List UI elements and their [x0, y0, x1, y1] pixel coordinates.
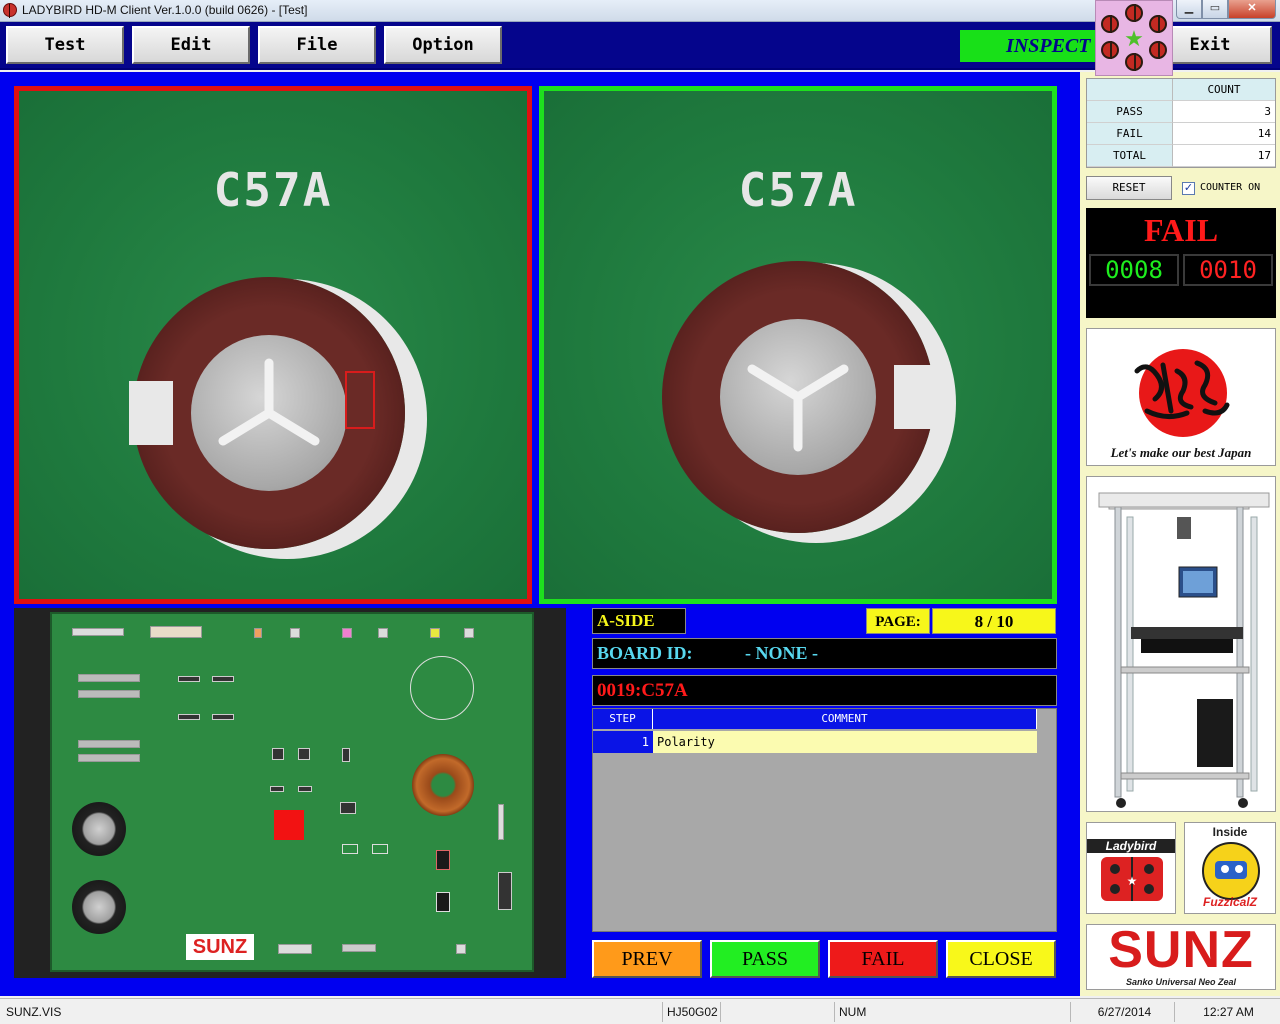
pass-count-value: 3	[1173, 101, 1275, 123]
status-num-lock: NUM	[834, 1002, 1070, 1022]
ladybug-icon	[1101, 15, 1119, 33]
step-comment-cell: Polarity	[653, 731, 1037, 753]
close-button[interactable]: CLOSE	[946, 940, 1056, 978]
step-table-header: STEP COMMENT	[593, 709, 1039, 729]
result-status: FAIL	[1143, 212, 1219, 248]
live-camera-view[interactable]: C57A	[539, 86, 1057, 604]
column-header-comment[interactable]: COMMENT	[653, 709, 1037, 729]
inspect-mode-banner: INSPECT	[960, 30, 1100, 62]
minimize-button[interactable]: ▁	[1176, 0, 1202, 19]
pass-count-label: PASS	[1087, 101, 1173, 123]
electrolytic-capacitor	[72, 802, 126, 856]
counter-table: COUNT PASS 3 FAIL 14 TOTAL 17	[1086, 78, 1276, 168]
page-indicator: 8 / 10	[932, 608, 1056, 634]
status-time: 12:27 AM	[1174, 1002, 1278, 1022]
component-silkscreen-label: C57A	[213, 163, 333, 217]
left-counter-display: 0008	[1089, 254, 1179, 286]
status-model: HJ50G02	[662, 1002, 720, 1022]
count-header: COUNT	[1173, 79, 1275, 101]
fail-button[interactable]: FAIL	[828, 940, 938, 978]
ladybug-icon	[1125, 4, 1143, 22]
counter-on-checkbox[interactable]: ✓	[1182, 182, 1195, 195]
ladybug-icon	[1149, 15, 1167, 33]
reset-counter-button[interactable]: RESET	[1086, 176, 1172, 200]
board-id-label: BOARD ID:	[597, 643, 693, 663]
capacitor-image	[662, 261, 938, 533]
status-file: SUNZ.VIS	[6, 1005, 62, 1019]
inspection-machine-photo	[1086, 476, 1276, 812]
right-panel: COUNT PASS 3 FAIL 14 TOTAL 17 RESET ✓ CO…	[1080, 72, 1280, 996]
fail-count-label: FAIL	[1087, 123, 1173, 145]
total-count-label: TOTAL	[1087, 145, 1173, 167]
counter-corner-cell	[1087, 79, 1173, 101]
fail-count-value: 14	[1173, 123, 1275, 145]
inspection-roi-box[interactable]	[345, 371, 375, 429]
japan-caption: Let's make our best Japan	[1110, 445, 1252, 460]
total-count-value: 17	[1173, 145, 1275, 167]
app-window: LADYBIRD HD-M Client Ver.1.0.0 (build 06…	[0, 0, 1280, 1024]
counter-on-label: COUNTER ON	[1200, 182, 1261, 193]
sunz-company-logo: SUNZ Sanko Universal Neo Zeal	[1086, 924, 1276, 990]
pcb-image: SUNZ	[50, 612, 534, 972]
toroid-inductor	[412, 754, 474, 816]
page-label: PAGE:	[866, 608, 930, 634]
board-id-value: - NONE -	[745, 643, 818, 663]
test-menu-button[interactable]: Test	[6, 26, 124, 64]
close-window-button[interactable]: ✕	[1228, 0, 1276, 19]
status-date: 6/27/2014	[1070, 1002, 1174, 1022]
prev-button[interactable]: PREV	[592, 940, 702, 978]
right-counter-display: 0010	[1183, 254, 1273, 286]
part-name: 0019:C57A	[597, 680, 688, 701]
reference-camera-view[interactable]: C57A	[14, 86, 532, 604]
ladybug-status-icon: ★	[1095, 0, 1173, 76]
board-side-label: A-SIDE	[592, 608, 686, 634]
board-logo: SUNZ	[186, 934, 254, 960]
fuzzicalz-name: FuzzicalZ	[1202, 895, 1257, 909]
window-title: LADYBIRD HD-M Client Ver.1.0.0 (build 06…	[22, 3, 308, 17]
table-row[interactable]: 1 Polarity	[593, 731, 1039, 753]
board-id-row: BOARD ID: - NONE -	[592, 638, 1057, 669]
ladybug-icon	[1149, 41, 1167, 59]
step-table[interactable]: STEP COMMENT 1 Polarity	[592, 708, 1057, 932]
star-icon: ★	[1124, 26, 1144, 51]
main-toolbar: Test Edit File Option INSPECT Exit	[0, 22, 1280, 70]
ladybug-icon	[1125, 53, 1143, 71]
calligraphy-icon	[1134, 360, 1230, 419]
column-header-step[interactable]: STEP	[593, 709, 653, 729]
result-display: FAIL 0008 0010	[1086, 208, 1276, 318]
title-bar: LADYBIRD HD-M Client Ver.1.0.0 (build 06…	[0, 0, 1280, 22]
step-number-cell: 1	[593, 731, 653, 753]
status-empty-cell	[720, 1002, 834, 1022]
sunz-tagline: Sanko Universal Neo Zeal	[1125, 977, 1237, 987]
ladybug-icon	[1101, 41, 1119, 59]
fuzzicalz-logo: Inside FuzzicalZ	[1184, 822, 1276, 914]
ladybird-logo: Ladybird ★	[1086, 822, 1176, 914]
component-silkscreen-label: C57A	[738, 163, 858, 217]
sunz-wordmark: SUNZ	[1108, 924, 1254, 979]
current-component-marker[interactable]	[274, 810, 304, 840]
pass-button[interactable]: PASS	[710, 940, 820, 978]
japan-campaign-logo: Let's make our best Japan	[1086, 328, 1276, 466]
ladybug-app-icon	[3, 3, 17, 18]
svg-text:★: ★	[1127, 874, 1138, 888]
electrolytic-capacitor	[72, 880, 126, 934]
edit-menu-button[interactable]: Edit	[132, 26, 250, 64]
maximize-button[interactable]: ▭	[1202, 0, 1228, 19]
board-overview[interactable]: SUNZ	[14, 608, 566, 978]
part-name-row: 0019:C57A	[592, 675, 1057, 706]
option-menu-button[interactable]: Option	[384, 26, 502, 64]
status-bar: SUNZ.VIS HJ50G02 NUM 6/27/2014 12:27 AM	[0, 998, 1280, 1024]
file-menu-button[interactable]: File	[258, 26, 376, 64]
